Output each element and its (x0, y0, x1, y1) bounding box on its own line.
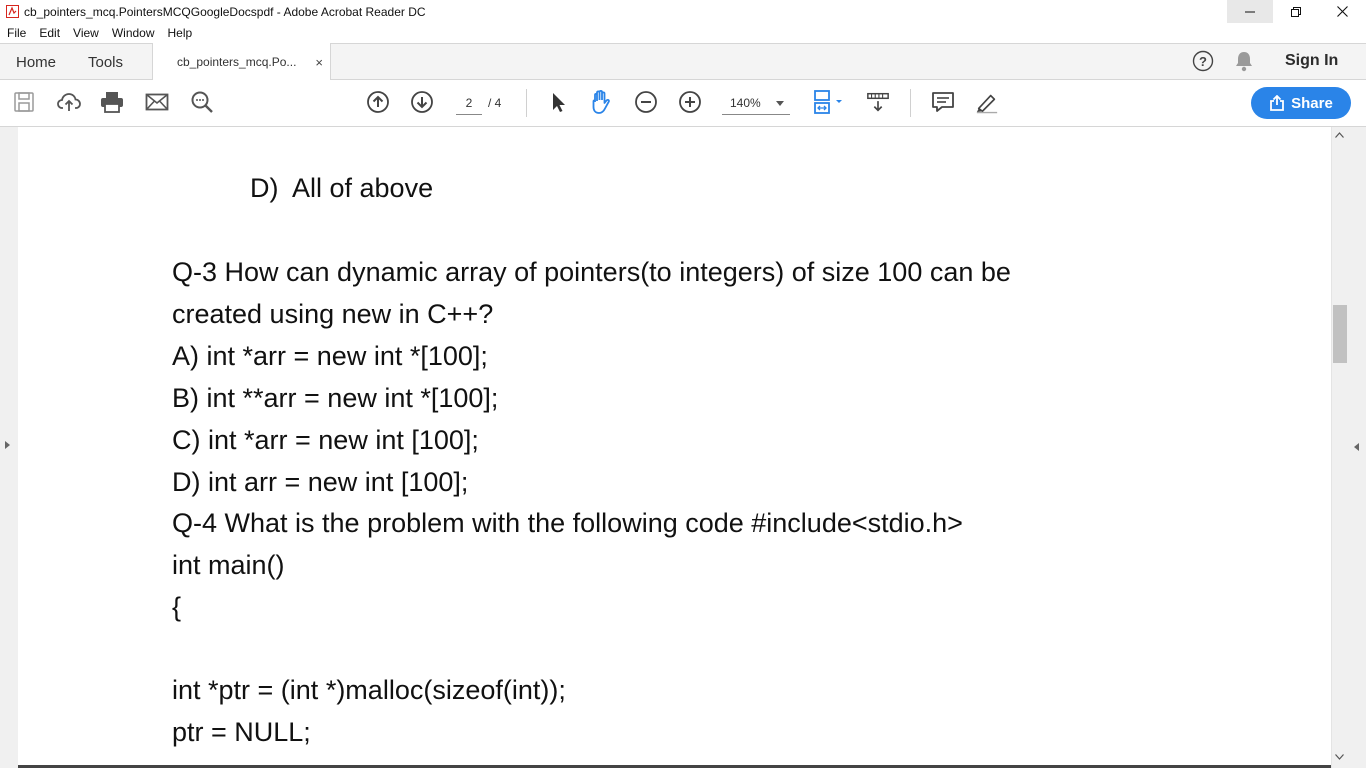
expand-right-pane-icon[interactable] (1354, 443, 1359, 451)
close-window-button[interactable] (1319, 0, 1365, 23)
doc-line-option-d: D) All of above (250, 173, 434, 203)
doc-line-q3-b: B) int **arr = new int *[100]; (172, 383, 499, 413)
menu-window[interactable]: Window (105, 26, 161, 40)
fit-page-icon[interactable] (812, 90, 846, 114)
restore-icon (1291, 6, 1301, 17)
zoom-out-icon[interactable] (634, 90, 658, 114)
hand-tool-icon[interactable] (589, 89, 613, 114)
sign-in-link[interactable]: Sign In (1285, 52, 1338, 70)
window-title: cb_pointers_mcq.PointersMCQGoogleDocspdf… (24, 4, 426, 19)
minimize-button[interactable] (1227, 0, 1273, 23)
doc-line-code-malloc: int *ptr = (int *)malloc(sizeof(int)); (172, 675, 566, 705)
doc-line-code-main: int main() (172, 550, 285, 580)
minimize-icon (1245, 11, 1255, 12)
doc-line-q3-a: A) int *arr = new int *[100]; (172, 341, 488, 371)
tab-bar: Home Tools cb_pointers_mcq.Po... × (0, 43, 1366, 81)
email-icon[interactable] (145, 90, 169, 114)
svg-text:?: ? (1199, 54, 1207, 69)
document-tab-title: cb_pointers_mcq.Po... (177, 55, 297, 69)
page-total: / 4 (488, 96, 502, 110)
acrobat-logo-icon (5, 5, 19, 19)
tab-home[interactable]: Home (16, 54, 56, 71)
highlight-pen-icon[interactable] (975, 90, 999, 114)
share-button[interactable]: Share (1251, 87, 1351, 119)
menu-file[interactable]: File (0, 26, 32, 40)
notification-bell-icon[interactable] (1234, 50, 1254, 77)
title-bar: cb_pointers_mcq.PointersMCQGoogleDocspdf… (0, 0, 1366, 23)
share-label: Share (1291, 94, 1333, 112)
doc-line-q3-d: D) int arr = new int [100]; (172, 467, 469, 497)
scrollbar-thumb[interactable] (1333, 305, 1347, 363)
tab-tools[interactable]: Tools (88, 54, 123, 71)
close-icon (1336, 6, 1348, 17)
pdf-page: D) All of above Q-3 How can dynamic arra… (18, 127, 1331, 768)
search-icon[interactable] (190, 90, 214, 114)
zoom-in-icon[interactable] (678, 90, 702, 114)
chevron-down-icon (776, 101, 784, 106)
menu-help[interactable]: Help (161, 26, 199, 40)
zoom-level-dropdown[interactable]: 140% (722, 93, 790, 115)
help-icon[interactable]: ? (1192, 50, 1214, 77)
previous-page-icon[interactable] (366, 90, 390, 114)
print-icon[interactable] (100, 90, 124, 114)
share-icon (1270, 95, 1285, 111)
vertical-scrollbar[interactable] (1331, 127, 1349, 768)
zoom-level-value: 140% (730, 96, 761, 110)
menu-view[interactable]: View (66, 26, 105, 40)
scroll-down-icon[interactable] (1335, 752, 1344, 763)
doc-line-q3-cont: created using new in C++? (172, 299, 494, 329)
scroll-up-icon[interactable] (1335, 130, 1344, 141)
doc-line-q3: Q-3 How can dynamic array of pointers(to… (172, 257, 1011, 287)
comment-icon[interactable] (931, 90, 955, 114)
acrobat-window: cb_pointers_mcq.PointersMCQGoogleDocspdf… (0, 0, 1366, 768)
cloud-upload-icon[interactable] (57, 90, 81, 114)
expand-left-pane-icon[interactable] (5, 441, 10, 449)
toolbar-divider (910, 89, 911, 117)
next-page-icon[interactable] (410, 90, 434, 114)
menu-edit[interactable]: Edit (32, 26, 66, 40)
doc-line-q3-c: C) int *arr = new int [100]; (172, 425, 479, 455)
doc-line-q4: Q-4 What is the problem with the followi… (172, 508, 963, 538)
menu-bar: File Edit View Window Help (0, 23, 1366, 43)
doc-line-code-null: ptr = NULL; (172, 717, 311, 747)
restore-button[interactable] (1273, 0, 1319, 23)
close-tab-button[interactable]: × (315, 55, 323, 70)
page-number-input[interactable]: 2 (456, 93, 482, 115)
save-icon[interactable] (12, 90, 36, 114)
tab-document[interactable]: cb_pointers_mcq.Po... × (152, 43, 331, 81)
doc-line-code-brace: { (172, 592, 182, 622)
select-pointer-icon[interactable] (546, 90, 570, 114)
toolbar-divider (526, 89, 527, 117)
scroll-mode-icon[interactable] (866, 90, 890, 114)
